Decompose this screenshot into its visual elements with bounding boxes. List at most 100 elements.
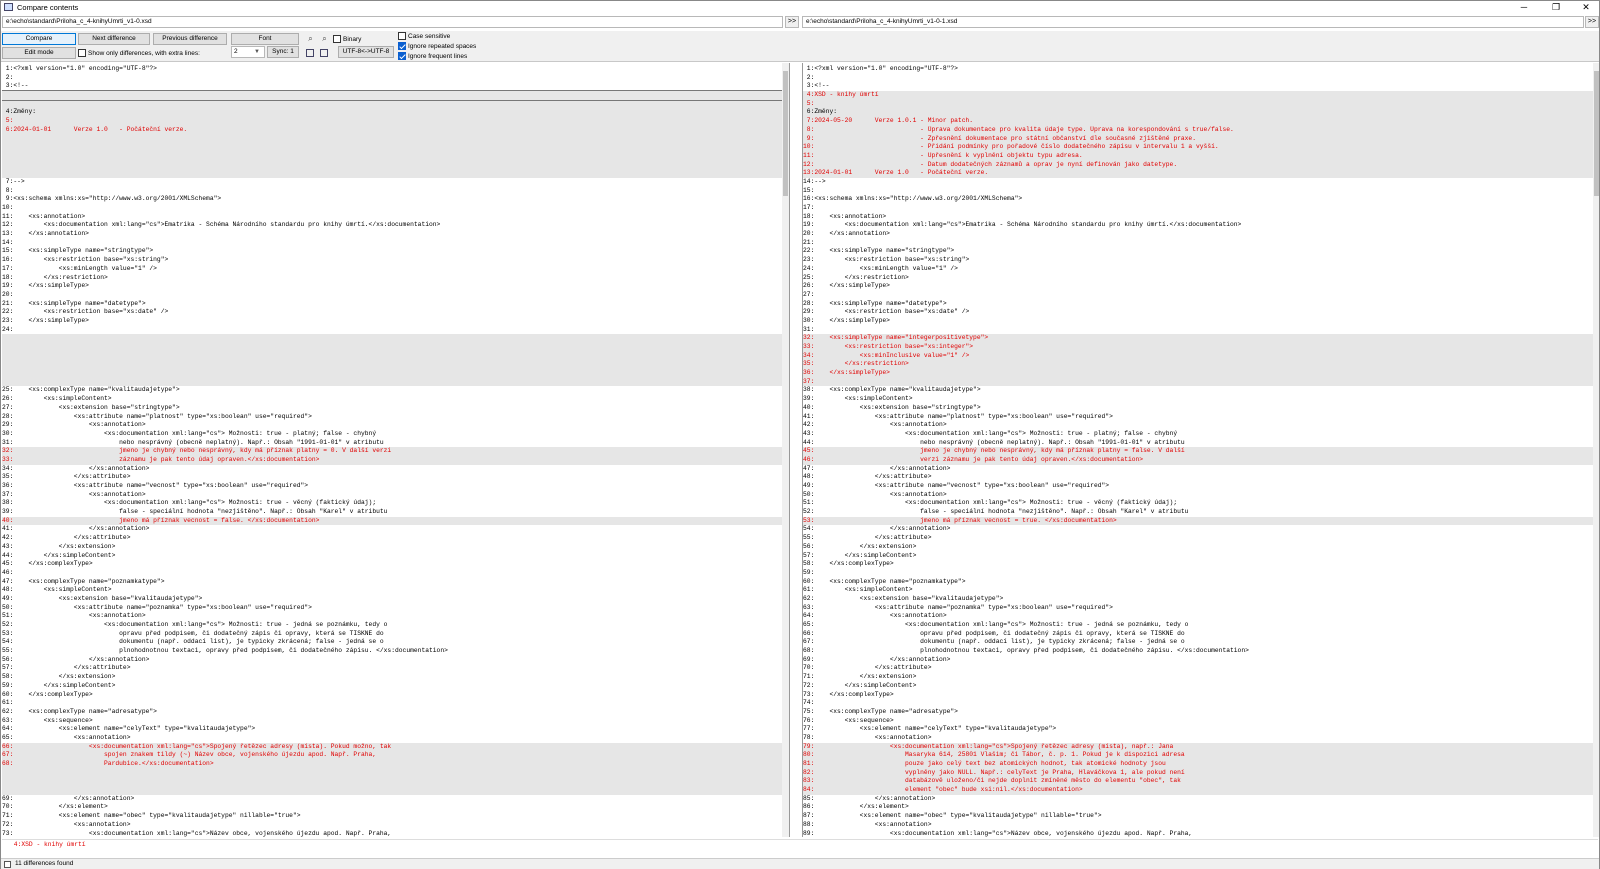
left-code-line[interactable]: 6:2024-01-01 Verze 1.0 - Počáteční verze… [2,125,789,135]
right-code-line[interactable]: 23: <xs:restriction base="xs:string"> [803,256,1599,265]
left-code-line[interactable]: 59: </xs:simpleContent> [2,682,789,691]
ignore-frequent-lines-checkbox-box[interactable] [398,52,406,60]
right-code-line[interactable]: 50: <xs:annotation> [803,491,1599,500]
left-code-line[interactable]: 67: spojen znakem tildy (~) Název obce, … [2,751,789,760]
left-code-line[interactable]: 31: nebo nesprávný (obecně neplatný). Na… [2,439,789,448]
left-code-line[interactable] [2,351,789,361]
left-code-line[interactable]: 68: Pardubice.</xs:documentation> [2,760,789,769]
right-code-line[interactable]: 7:2024-05-20 Verze 1.0.1 - Minor patch. [803,117,1599,126]
right-code-line[interactable]: 67: dokumentu (např. oddací list), je ty… [803,638,1599,647]
case-sensitive-checkbox[interactable]: Case sensitive [398,32,450,41]
left-code-line[interactable]: 37: <xs:annotation> [2,491,789,500]
left-code-line[interactable] [2,143,789,152]
right-code-line[interactable]: 82: vyplněny jako NULL. Např.: celyText … [803,768,1599,778]
left-code-line[interactable]: 48: <xs:simpleContent> [2,586,789,595]
close-button[interactable]: ✕ [1571,1,1600,14]
right-text-pane[interactable]: 1:<?xml version="1.0" encoding="UTF-8"?>… [802,63,1599,837]
right-code-line[interactable]: 11: - Upřesnění k vyplnění objektu typu … [803,151,1599,161]
right-code-line[interactable]: 10: - Přidání podmínky pro pořadové čísl… [803,143,1599,152]
left-code-line[interactable]: 27: <xs:extension base="stringtype"> [2,404,789,413]
binoculars-icon[interactable]: ⌕ [306,34,315,43]
left-code-line[interactable]: 11: <xs:annotation> [2,213,789,222]
save-icon[interactable] [320,49,328,57]
case-sensitive-checkbox-box[interactable] [398,32,406,40]
right-code-line[interactable]: 61: <xs:simpleContent> [803,586,1599,595]
right-code-line[interactable]: 2: [803,74,1599,83]
right-code-line[interactable]: 30: </xs:simpleType> [803,317,1599,326]
left-code-line[interactable]: 10: [2,204,789,213]
right-file-path-input[interactable]: e:\echo\standard\Priloha_c_4-knihyUmrti_… [802,16,1584,28]
left-code-line[interactable]: 3:<!-- [2,82,789,91]
left-code-line[interactable]: 57: </xs:attribute> [2,664,789,673]
left-code-line[interactable]: 4:Změny: [2,108,789,118]
right-code-line[interactable]: 25: </xs:restriction> [803,274,1599,283]
previous-difference-button[interactable]: Previous difference [153,33,227,45]
left-code-line[interactable]: 25: <xs:complexType name="kvalitaudajety… [2,386,789,395]
left-code-line[interactable]: 51: <xs:annotation> [2,612,789,621]
right-code-line[interactable]: 43: <xs:documentation xml:lang="cs"> Mož… [803,430,1599,439]
left-code-line[interactable]: 9:<xs:schema xmlns:xs="http://www.w3.org… [2,195,789,204]
left-code-line[interactable] [2,169,789,178]
right-code-line[interactable]: 45: jmeno je chybný nebo nesprávný, kdy … [803,447,1599,456]
left-code-line[interactable]: 66: <xs:documentation xml:lang="cs">Spoj… [2,742,789,752]
right-code-line[interactable]: 85: </xs:annotation> [803,795,1599,804]
right-code-line[interactable]: 56: </xs:extension> [803,543,1599,552]
right-code-line[interactable]: 63: <xs:attribute name="poznamka" type="… [803,604,1599,613]
right-code-line[interactable]: 81: pouze jako celý text bez atomických … [803,760,1599,769]
left-scrollbar[interactable] [782,63,789,837]
right-code-line[interactable]: 78: <xs:annotation> [803,734,1599,743]
left-code-line[interactable]: 5: [2,117,789,126]
left-code-line[interactable] [2,360,789,370]
window-icon[interactable] [306,49,314,57]
right-code-line[interactable]: 86: </xs:element> [803,803,1599,812]
right-code-line[interactable]: 59: [803,569,1599,578]
left-code-line[interactable]: 55: plnohodnotnou textaci, opravy před p… [2,647,789,656]
right-code-line[interactable]: 12: - Datum dodatečných záznamů a oprav … [803,160,1599,170]
right-code-line[interactable]: 16:<xs:schema xmlns:xs="http://www.w3.or… [803,195,1599,204]
right-code-line[interactable]: 87: <xs:element name="obec" type="kvalit… [803,812,1599,821]
left-code-line[interactable]: 65: <xs:annotation> [2,734,789,743]
right-code-line[interactable]: 19: <xs:documentation xml:lang="cs">Emat… [803,221,1599,230]
right-code-line[interactable]: 13:2024-01-01 Verze 1.0 - Počáteční verz… [803,169,1599,178]
right-code-line[interactable]: 79: <xs:documentation xml:lang="cs">Spoj… [803,742,1599,752]
right-code-line[interactable]: 21: [803,239,1599,248]
right-code-line[interactable]: 29: <xs:restriction base="xs:date" /> [803,308,1599,317]
right-code-line[interactable]: 17: [803,204,1599,213]
left-code-line[interactable]: 1:<?xml version="1.0" encoding="UTF-8"?> [2,65,789,74]
left-code-line[interactable]: 33: záznamu je pak tento údaj opraven.</… [2,455,789,465]
maximize-button[interactable]: ❐ [1541,1,1571,14]
right-code-line[interactable]: 62: <xs:extension base="kvalitaudajetype… [803,595,1599,604]
left-code-line[interactable]: 15: <xs:simpleType name="stringtype"> [2,247,789,256]
title-bar[interactable]: Compare contents ─ ❐ ✕ [1,1,1599,14]
left-code-line[interactable]: 56: </xs:annotation> [2,656,789,665]
left-code-line[interactable]: 34: </xs:annotation> [2,465,789,474]
left-code-line[interactable]: 28: <xs:attribute name="platnost" type="… [2,413,789,422]
right-code-line[interactable]: 14:--> [803,178,1599,187]
right-code-line[interactable]: 66: opravu před podpisem, či dodatečný z… [803,630,1599,639]
right-code-line[interactable]: 27: [803,291,1599,300]
binary-checkbox[interactable]: Binary [333,35,361,44]
right-code-line[interactable]: 33: <xs:restriction base="xs:integer"> [803,343,1599,352]
left-code-line[interactable]: 41: </xs:annotation> [2,525,789,534]
left-code-line[interactable]: 42: </xs:attribute> [2,534,789,543]
left-code-line[interactable]: 60: </xs:complexType> [2,691,789,700]
right-code-line[interactable]: 84: element "obec" bude xsi:nil.</xs:doc… [803,786,1599,795]
right-code-line[interactable]: 80: Masaryka 614, 25801 Vlašim; či Tábor… [803,751,1599,760]
left-code-line[interactable]: 44: </xs:simpleContent> [2,552,789,561]
left-code-line[interactable]: 29: <xs:annotation> [2,421,789,430]
left-code-line[interactable] [2,377,789,387]
ignore-frequent-lines-checkbox[interactable]: Ignore frequent lines [398,52,467,61]
right-code-line[interactable]: 39: <xs:simpleContent> [803,395,1599,404]
right-code-line[interactable]: 55: </xs:attribute> [803,534,1599,543]
right-code-line[interactable]: 36: </xs:simpleType> [803,369,1599,378]
left-code-line[interactable]: 46: [2,569,789,578]
left-browse-button[interactable]: >> [785,16,799,28]
right-code-line[interactable]: 83: databázově uloženo/či nejde doplnit … [803,777,1599,787]
minimize-button[interactable]: ─ [1509,1,1539,14]
left-code-line[interactable]: 61: [2,699,789,708]
left-code-line[interactable]: 7:--> [2,178,789,187]
left-code-line[interactable]: 39: false - speciální hodnota "nezjištěn… [2,508,789,517]
left-code-line[interactable]: 8: [2,187,789,196]
left-code-line[interactable]: 45: </xs:complexType> [2,560,789,569]
next-difference-button[interactable]: Next difference [78,33,150,45]
